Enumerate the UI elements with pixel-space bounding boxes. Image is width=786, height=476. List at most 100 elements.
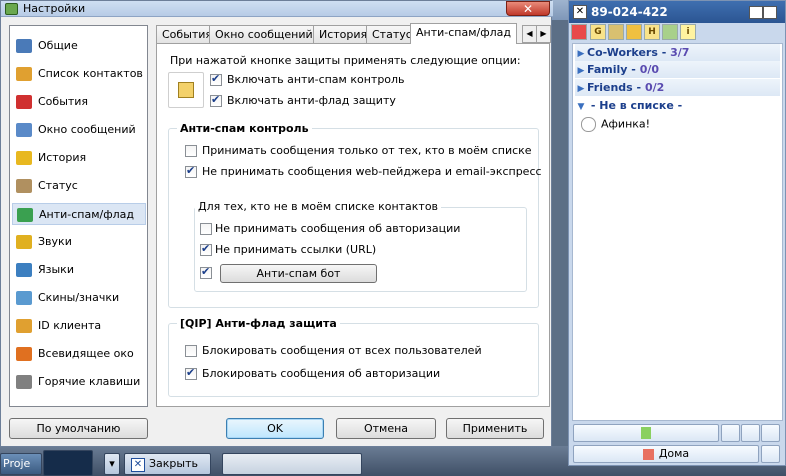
sidebar-item-label: Статус [38, 179, 78, 192]
contact-item[interactable]: Афинка! [581, 117, 650, 132]
sidebar-item-label: События [38, 95, 89, 108]
antispam-icon [178, 82, 194, 98]
sidebar-item[interactable]: ID клиента [16, 315, 144, 337]
shield-button-preview [168, 72, 204, 108]
sidebar-item[interactable]: Список контактов [16, 63, 144, 85]
add-contact-button[interactable] [741, 424, 760, 442]
tab-message-window[interactable]: Окно сообщений [209, 25, 319, 43]
antispam-bot-button[interactable]: Анти-спам бот [220, 264, 377, 283]
info-icon[interactable]: i [680, 24, 696, 40]
tools-icon[interactable] [662, 24, 678, 40]
qip-menu-icon[interactable] [749, 6, 763, 19]
languages-icon [16, 263, 32, 277]
antiflood-group: [QIP] Анти-флад защита Блокировать сообщ… [168, 317, 539, 397]
expand-arrow-icon: ▶ [577, 66, 585, 76]
close-button[interactable]: ✕ [506, 1, 550, 16]
sidebar-item[interactable]: Анти-спам/флад [12, 203, 146, 225]
enable-antiflood-checkbox[interactable] [210, 93, 222, 107]
taskbar-dropdown-button[interactable]: ▾ [104, 453, 120, 475]
sidebar-item[interactable]: Окно сообщений [16, 119, 144, 141]
client-id-icon [16, 319, 32, 333]
block-all-users-checkbox[interactable] [185, 345, 197, 357]
qip-toolbar: G H i [571, 24, 783, 42]
sidebar-item-label: Горячие клавиши [38, 375, 141, 388]
webcam-button[interactable] [761, 424, 780, 442]
status-online-icon[interactable] [571, 24, 587, 40]
default-button[interactable]: По умолчанию [9, 418, 148, 439]
enable-antispam-checkbox[interactable] [210, 72, 222, 86]
block-auth-messages-checkbox[interactable] [185, 366, 197, 380]
tab-antispam[interactable]: Анти-спам/флад [410, 23, 518, 44]
tab-history[interactable]: История [313, 25, 374, 43]
remove-contact-icon[interactable] [608, 24, 624, 40]
sidebar-item-label: Общие [38, 39, 78, 52]
group-g-icon[interactable]: G [590, 24, 606, 40]
contact-list: ▶ Co-Workers - 3/7 ▶ Family - 0/0 ▶ Friends… [572, 43, 783, 421]
eye-icon [16, 347, 32, 361]
sidebar-item-label: Всевидящее око [38, 347, 134, 360]
window-title: Настройки [23, 2, 86, 15]
sidebar-item-label: Окно сообщений [38, 123, 136, 136]
contacts-icon [16, 67, 32, 81]
enable-antiflood-label: Включать анти-флад защиту [227, 94, 396, 107]
group-co-workers[interactable]: ▶ Co-Workers - 3/7 [575, 44, 780, 61]
antispam-bot-checkbox[interactable] [200, 265, 212, 279]
qip-minimize-icon[interactable] [763, 6, 777, 19]
qip-title-bar[interactable]: ✕ 89-024-422 [569, 1, 785, 23]
main-menu-button[interactable] [573, 424, 719, 442]
taskbar-close-button[interactable]: ✕ Закрыть [124, 453, 211, 475]
only-from-list-checkbox[interactable] [185, 145, 197, 157]
no-urls-checkbox[interactable] [200, 242, 212, 256]
antiflood-group-title: [QIP] Анти-флад защита [177, 317, 340, 330]
group-not-in-list[interactable]: ▼ - Не в списке - [575, 97, 780, 114]
no-auth-messages-checkbox[interactable] [200, 223, 212, 235]
title-bar[interactable]: Настройки ✕ [1, 1, 553, 17]
antispam-group: Анти-спам контроль Принимать сообщения т… [168, 122, 542, 308]
settings-sidebar: Общие Список контактов События Окно сообщен… [9, 25, 148, 407]
sidebar-item[interactable]: Звуки [16, 231, 144, 253]
cancel-button[interactable]: Отмена [336, 418, 436, 439]
sidebar-item[interactable]: История [16, 147, 144, 169]
group-friends[interactable]: ▶ Friends - 0/2 [575, 79, 780, 96]
antispam-group-title: Анти-спам контроль [177, 122, 312, 135]
tab-strip: События Окно сообщений История Статус Ан… [156, 23, 551, 44]
tab-scroll-right-button[interactable]: ▶ [536, 25, 551, 43]
sidebar-item[interactable]: Горячие клавиши [16, 371, 144, 393]
tab-scroll-left-button[interactable]: ◀ [522, 25, 537, 43]
sidebar-item[interactable]: Языки [16, 259, 144, 281]
sidebar-item[interactable]: Всевидящее око [16, 343, 144, 365]
message-window-icon [16, 123, 32, 137]
sound-icon [16, 235, 32, 249]
block-all-users-label: Блокировать сообщения от всех пользовате… [202, 344, 482, 357]
sidebar-item[interactable]: Скины/значки [16, 287, 144, 309]
no-urls-label: Не принимать ссылки (URL) [215, 243, 377, 256]
intro-text: При нажатой кнопке защиты применять след… [170, 54, 521, 67]
not-in-list-group-title: Для тех, кто не в моём списке контактов [195, 200, 442, 213]
home-status-icon [642, 448, 654, 460]
sidebar-item[interactable]: Статус [16, 175, 144, 197]
privacy-eye-button[interactable] [761, 445, 780, 463]
qip-uin: 89-024-422 [591, 5, 668, 19]
taskbar-preview-thumbnail[interactable] [43, 450, 93, 476]
sidebar-item[interactable]: События [16, 91, 144, 113]
close-icon: ✕ [131, 458, 145, 472]
antispam-icon [17, 208, 33, 222]
no-webpager-checkbox[interactable] [185, 164, 197, 178]
status-button[interactable]: Дома [573, 445, 759, 463]
search-contact-button[interactable] [721, 424, 740, 442]
no-auth-messages-label: Не принимать сообщения об авторизации [215, 222, 461, 235]
sidebar-item-label: История [38, 151, 87, 164]
ok-button[interactable]: OK [226, 418, 324, 439]
contacts-icon[interactable] [626, 24, 642, 40]
qip-close-icon[interactable]: ✕ [573, 5, 587, 19]
star-icon [16, 95, 32, 109]
sidebar-item[interactable]: Общие [16, 35, 144, 57]
status-icon [16, 179, 32, 193]
group-family[interactable]: ▶ Family - 0/0 [575, 61, 780, 78]
history-icon[interactable]: H [644, 24, 660, 40]
taskbar-qip-icons[interactable] [222, 453, 362, 475]
taskbar-app-project[interactable]: Proje [0, 453, 42, 475]
apply-button[interactable]: Применить [446, 418, 544, 439]
enable-antispam-label: Включать анти-спам контроль [227, 73, 405, 86]
skins-icon [16, 291, 32, 305]
